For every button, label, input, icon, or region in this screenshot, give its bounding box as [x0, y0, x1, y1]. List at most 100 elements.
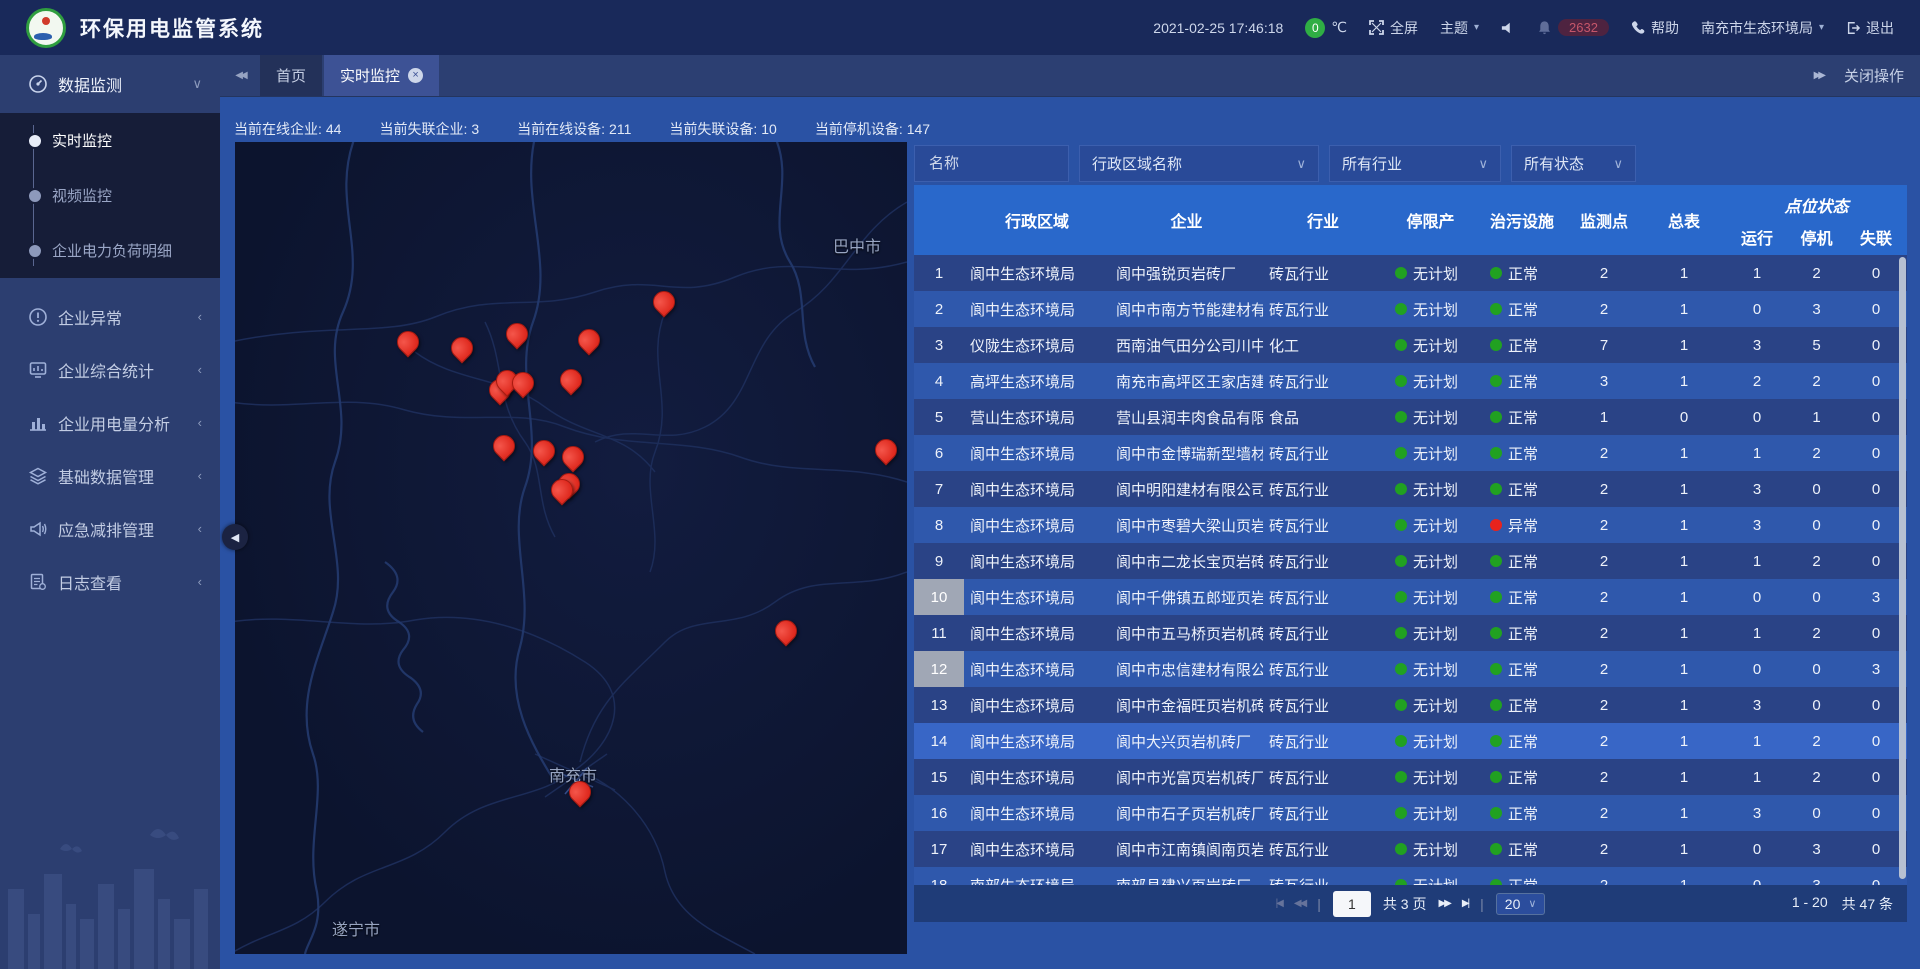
logout-button[interactable]: 退出: [1846, 18, 1894, 38]
name-filter-field[interactable]: [914, 145, 1069, 182]
map-pin-icon[interactable]: [493, 433, 515, 460]
table-row[interactable]: 12 阆中生态环境局 阆中市忠信建材有限公 砖瓦行业 无计划 正常 2: [914, 651, 1907, 687]
region-filter-select[interactable]: 行政区域名称 ∨: [1079, 145, 1319, 182]
table-scrollbar[interactable]: [1899, 257, 1906, 879]
map-pin-icon[interactable]: [551, 477, 573, 504]
tab-home[interactable]: 首页: [260, 55, 322, 96]
cell-production: 无计划: [1383, 543, 1478, 579]
status-dot-icon: [1490, 771, 1502, 783]
industry-filter-select[interactable]: 所有行业 ∨: [1329, 145, 1501, 182]
sidebar-item-video-monitoring[interactable]: 视频监控: [0, 168, 220, 223]
map-pin-icon[interactable]: [451, 335, 473, 362]
cell-total: 1: [1642, 867, 1726, 885]
next-page-button[interactable]: ▶▶: [1438, 898, 1449, 909]
sidebar-item-base-data[interactable]: 基础数据管理 ‹: [0, 449, 220, 502]
status-filter-select[interactable]: 所有状态 ∨: [1511, 145, 1636, 182]
prev-page-button[interactable]: ◀◀: [1294, 898, 1305, 909]
notifications[interactable]: 2632: [1537, 19, 1609, 36]
status-stat: 当前在线企业:44: [234, 119, 341, 139]
cell-stop: 2: [1788, 255, 1845, 291]
cell-stop: 2: [1788, 363, 1845, 399]
last-page-button[interactable]: ▶|: [1462, 898, 1468, 909]
table-row[interactable]: 5 营山生态环境局 营山县润丰肉食品有限 食品 无计划 正常 1: [914, 399, 1907, 435]
theme-menu[interactable]: 主题▾: [1440, 18, 1479, 38]
map-pin-icon[interactable]: [560, 367, 582, 394]
tabs-scroll-left-button[interactable]: ◀◀: [220, 55, 260, 96]
table-row[interactable]: 7 阆中生态环境局 阆中明阳建材有限公司 砖瓦行业 无计划 正常 2: [914, 471, 1907, 507]
fullscreen-button[interactable]: 全屏: [1369, 18, 1418, 38]
map[interactable]: 巴中市 南充市 遂宁市: [235, 142, 907, 954]
table-row[interactable]: 13 阆中生态环境局 阆中市金福旺页岩机砖 砖瓦行业 无计划 正常 2: [914, 687, 1907, 723]
map-pin-icon[interactable]: [397, 329, 419, 356]
close-tab-icon[interactable]: ×: [408, 68, 423, 83]
table-row[interactable]: 10 阆中生态环境局 阆中千佛镇五郎垭页岩 砖瓦行业 无计划 正常 2: [914, 579, 1907, 615]
status-stat: 当前失联设备:10: [669, 119, 776, 139]
table-row[interactable]: 8 阆中生态环境局 阆中市枣碧大梁山页岩 砖瓦行业 无计划 异常 2: [914, 507, 1907, 543]
tab-realtime-monitoring[interactable]: 实时监控 ×: [324, 55, 439, 96]
bullet-icon: [27, 133, 43, 149]
sidebar-item-emergency-reduction[interactable]: 应急减排管理 ‹: [0, 502, 220, 555]
status-dot-icon: [1395, 267, 1407, 279]
sidebar-item-power-load-detail[interactable]: 企业电力负荷明细: [0, 223, 220, 278]
map-pin-icon[interactable]: [569, 779, 591, 806]
cell-points: 2: [1566, 615, 1642, 651]
sound-toggle[interactable]: [1501, 21, 1515, 35]
help-button[interactable]: 帮助: [1631, 18, 1679, 38]
close-operations-button[interactable]: 关闭操作: [1844, 65, 1904, 86]
table-row[interactable]: 2 阆中生态环境局 阆中市南方节能建材有 砖瓦行业 无计划 正常 2: [914, 291, 1907, 327]
sidebar-item-logs[interactable]: 日志查看 ‹: [0, 555, 220, 608]
sidebar-item-power-analysis[interactable]: 企业用电量分析 ‹: [0, 396, 220, 449]
table-row[interactable]: 15 阆中生态环境局 阆中市光富页岩机砖厂 砖瓦行业 无计划 正常 2: [914, 759, 1907, 795]
cell-total: 1: [1642, 291, 1726, 327]
sidebar-item-company-statistics[interactable]: 企业综合统计 ‹: [0, 343, 220, 396]
status-dot-icon: [1490, 411, 1502, 423]
name-filter-input[interactable]: [927, 154, 1056, 173]
map-pin-icon[interactable]: [578, 327, 600, 354]
cell-region: 阆中生态环境局: [964, 831, 1110, 867]
cell-stop: 3: [1788, 831, 1845, 867]
map-pin-icon[interactable]: [506, 321, 528, 348]
page-number-input[interactable]: [1333, 891, 1371, 917]
map-pin-icon[interactable]: [512, 370, 534, 397]
cell-industry: 砖瓦行业: [1263, 615, 1383, 651]
page-size-select[interactable]: 20 ∨: [1496, 893, 1546, 915]
table-row[interactable]: 6 阆中生态环境局 阆中市金博瑞新型墙材 砖瓦行业 无计划 正常 2: [914, 435, 1907, 471]
cell-industry: 砖瓦行业: [1263, 831, 1383, 867]
status-dot-icon: [1490, 267, 1502, 279]
cell-facility: 正常: [1478, 399, 1566, 435]
status-stat: 当前失联企业:3: [379, 119, 479, 139]
map-pin-icon[interactable]: [875, 437, 897, 464]
map-pin-icon[interactable]: [562, 444, 584, 471]
row-index: 17: [914, 831, 964, 867]
map-pin-icon[interactable]: [653, 289, 675, 316]
table-row[interactable]: 1 阆中生态环境局 阆中强锐页岩砖厂 砖瓦行业 无计划 正常 2: [914, 255, 1907, 291]
map-pin-icon[interactable]: [775, 618, 797, 645]
first-page-button[interactable]: |◀: [1276, 898, 1282, 909]
sidebar-item-company-abnormal[interactable]: 企业异常 ‹: [0, 290, 220, 343]
cell-run: 3: [1726, 687, 1788, 723]
table-row[interactable]: 4 高坪生态环境局 南充市高坪区王家店建 砖瓦行业 无计划 正常 3: [914, 363, 1907, 399]
document-icon: [28, 572, 48, 592]
temperature-value: 0: [1305, 18, 1325, 38]
table-row[interactable]: 11 阆中生态环境局 阆中市五马桥页岩机砖 砖瓦行业 无计划 正常 2: [914, 615, 1907, 651]
cell-lost: 0: [1845, 471, 1907, 507]
table-row[interactable]: 14 阆中生态环境局 阆中大兴页岩机砖厂 砖瓦行业 无计划 正常 2: [914, 723, 1907, 759]
sidebar-item-data-monitoring[interactable]: 数据监测 ∨: [0, 55, 220, 113]
table-row[interactable]: 3 仪陇生态环境局 西南油气田分公司川中 化工 无计划 正常 7: [914, 327, 1907, 363]
cell-industry: 食品: [1263, 399, 1383, 435]
sidebar-item-realtime-monitoring[interactable]: 实时监控: [0, 113, 220, 168]
bullet-icon: [27, 243, 43, 259]
cell-region: 阆中生态环境局: [964, 615, 1110, 651]
user-menu[interactable]: 南充市生态环境局▾: [1701, 18, 1824, 38]
table-row[interactable]: 17 阆中生态环境局 阆中市江南镇阆南页岩 砖瓦行业 无计划 正常 2: [914, 831, 1907, 867]
chevron-left-icon: ‹: [198, 362, 202, 377]
status-dot-icon: [1490, 591, 1502, 603]
sidebar-collapse-button[interactable]: ◀: [222, 524, 248, 550]
chevron-left-icon: ‹: [198, 309, 202, 324]
table-row[interactable]: 18 南部生态环境局 南部县建兴页岩砖厂 砖瓦行业 无计划 正常 2: [914, 867, 1907, 885]
table-row[interactable]: 9 阆中生态环境局 阆中市二龙长宝页岩砖 砖瓦行业 无计划 正常 2: [914, 543, 1907, 579]
tabs-scroll-right-button[interactable]: ▶▶: [1814, 70, 1826, 81]
map-pin-icon[interactable]: [533, 438, 555, 465]
table-row[interactable]: 16 阆中生态环境局 阆中市石子页岩机砖厂 砖瓦行业 无计划 正常 2: [914, 795, 1907, 831]
status-dot-icon: [1395, 555, 1407, 567]
